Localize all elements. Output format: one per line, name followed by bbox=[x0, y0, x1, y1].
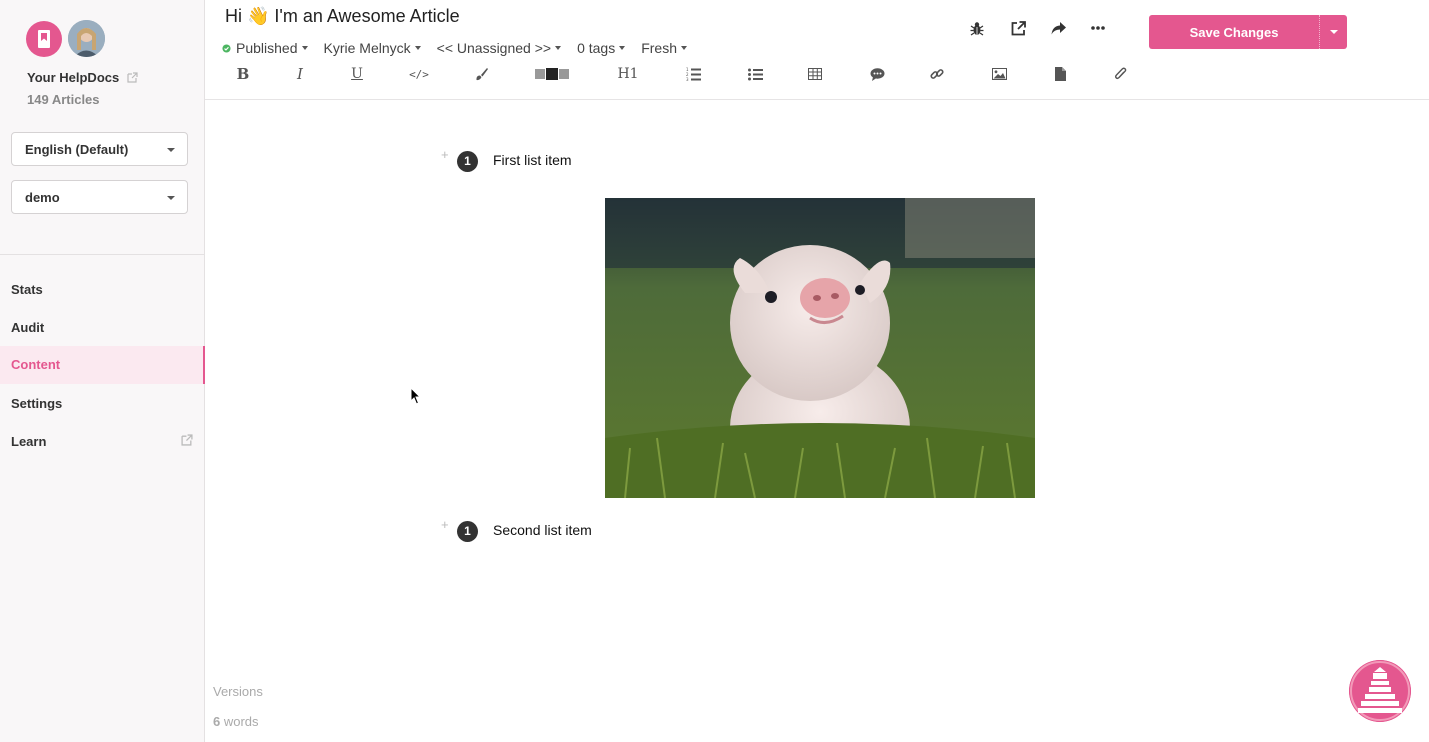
user-avatar[interactable] bbox=[68, 20, 105, 57]
sidebar-item-content[interactable]: Content bbox=[0, 346, 205, 384]
plus-icon[interactable]: + bbox=[441, 517, 449, 532]
color-toggle-icon[interactable] bbox=[533, 62, 573, 86]
category-select-value: demo bbox=[25, 190, 60, 205]
list-item-text[interactable]: Second list item bbox=[493, 522, 592, 538]
sidebar-item-label: Stats bbox=[11, 282, 43, 297]
versions-link[interactable]: Versions bbox=[213, 684, 263, 699]
brush-icon[interactable] bbox=[471, 62, 491, 86]
article-title[interactable]: Hi 👋 I'm an Awesome Article bbox=[225, 6, 460, 27]
chevron-down-icon bbox=[681, 46, 687, 50]
plus-icon[interactable]: + bbox=[441, 147, 449, 162]
language-select-value: English (Default) bbox=[25, 142, 129, 157]
list-item-text[interactable]: First list item bbox=[493, 152, 572, 168]
site-name-label: Your HelpDocs bbox=[27, 70, 120, 85]
comment-icon[interactable] bbox=[867, 62, 887, 86]
chevron-down-icon bbox=[167, 148, 175, 152]
tags-label: 0 tags bbox=[577, 40, 616, 56]
tags-dropdown[interactable]: 0 tags bbox=[577, 40, 626, 56]
sidebar: Your HelpDocs 149 Articles English (Defa… bbox=[0, 0, 205, 742]
list-number: 1 bbox=[457, 151, 478, 172]
attachment-icon[interactable] bbox=[1110, 62, 1130, 86]
sidebar-item-stats[interactable]: Stats bbox=[0, 271, 205, 309]
freshness-dropdown[interactable]: Fresh bbox=[641, 40, 687, 56]
editor-header: Hi 👋 I'm an Awesome Article Published Ky… bbox=[205, 0, 1429, 100]
sidebar-item-settings[interactable]: Settings bbox=[0, 385, 205, 423]
chevron-down-icon bbox=[301, 46, 308, 50]
table-icon[interactable] bbox=[805, 62, 825, 86]
article-meta-row: Published Kyrie Melnyck << Unassigned >>… bbox=[222, 40, 703, 56]
word-count: 6 words bbox=[213, 714, 259, 729]
article-image[interactable] bbox=[605, 198, 1035, 498]
sidebar-divider bbox=[0, 254, 205, 255]
category-dropdown[interactable]: << Unassigned >> bbox=[436, 40, 562, 56]
sidebar-item-label: Audit bbox=[11, 320, 45, 335]
freshness-label: Fresh bbox=[641, 40, 677, 56]
external-link-icon[interactable] bbox=[1007, 17, 1029, 39]
heading-button[interactable]: H1 bbox=[615, 62, 641, 86]
word-count-value: 6 bbox=[213, 714, 221, 729]
bug-icon[interactable] bbox=[966, 17, 988, 39]
save-changes-label: Save Changes bbox=[1189, 25, 1279, 40]
helpdocs-logo[interactable] bbox=[26, 21, 62, 57]
sidebar-item-label: Content bbox=[11, 357, 61, 372]
chevron-down-icon bbox=[167, 196, 175, 200]
lighthouse-icon bbox=[1349, 660, 1411, 722]
svg-text:3: 3 bbox=[686, 77, 689, 81]
code-button[interactable]: </> bbox=[407, 62, 431, 86]
share-icon[interactable] bbox=[1047, 17, 1069, 39]
ordered-list-icon[interactable]: 123 bbox=[683, 62, 703, 86]
underline-button[interactable]: U bbox=[347, 62, 367, 86]
file-icon[interactable] bbox=[1050, 62, 1070, 86]
save-split-divider bbox=[1319, 15, 1320, 49]
mouse-cursor-icon bbox=[410, 386, 422, 410]
sidebar-item-label: Settings bbox=[11, 396, 63, 411]
italic-button[interactable]: I bbox=[290, 62, 310, 86]
chevron-down-icon bbox=[619, 46, 626, 50]
author-label: Kyrie Melnyck bbox=[323, 40, 411, 56]
article-count: 149 Articles bbox=[27, 92, 100, 107]
help-beacon-button[interactable] bbox=[1349, 660, 1411, 722]
bullet-list-icon[interactable] bbox=[745, 62, 765, 86]
chevron-down-icon bbox=[414, 46, 421, 50]
image-icon[interactable] bbox=[989, 62, 1009, 86]
bold-button[interactable]: B bbox=[233, 62, 253, 86]
language-select[interactable]: English (Default) bbox=[11, 132, 188, 166]
list-number: 1 bbox=[457, 521, 478, 542]
link-icon[interactable] bbox=[927, 62, 947, 86]
formatting-toolbar: B I U </> H1 123 bbox=[205, 62, 1145, 86]
category-select[interactable]: demo bbox=[11, 180, 188, 214]
site-name-link[interactable]: Your HelpDocs bbox=[27, 70, 138, 86]
more-options-icon[interactable] bbox=[1087, 17, 1109, 39]
save-changes-button[interactable]: Save Changes bbox=[1149, 15, 1347, 49]
author-dropdown[interactable]: Kyrie Melnyck bbox=[324, 40, 421, 56]
sidebar-item-audit[interactable]: Audit bbox=[0, 309, 205, 347]
chevron-down-icon[interactable] bbox=[1330, 30, 1338, 34]
status-label: Published bbox=[236, 40, 298, 56]
chevron-down-icon bbox=[555, 46, 562, 50]
sidebar-item-label: Learn bbox=[11, 434, 47, 449]
word-count-label: words bbox=[223, 714, 259, 729]
sidebar-item-learn[interactable]: Learn bbox=[0, 423, 205, 461]
category-label: << Unassigned >> bbox=[436, 40, 552, 56]
external-link-icon bbox=[181, 434, 193, 449]
check-circle-icon bbox=[222, 43, 231, 53]
external-link-icon bbox=[127, 71, 138, 86]
status-dropdown[interactable]: Published bbox=[222, 40, 308, 56]
